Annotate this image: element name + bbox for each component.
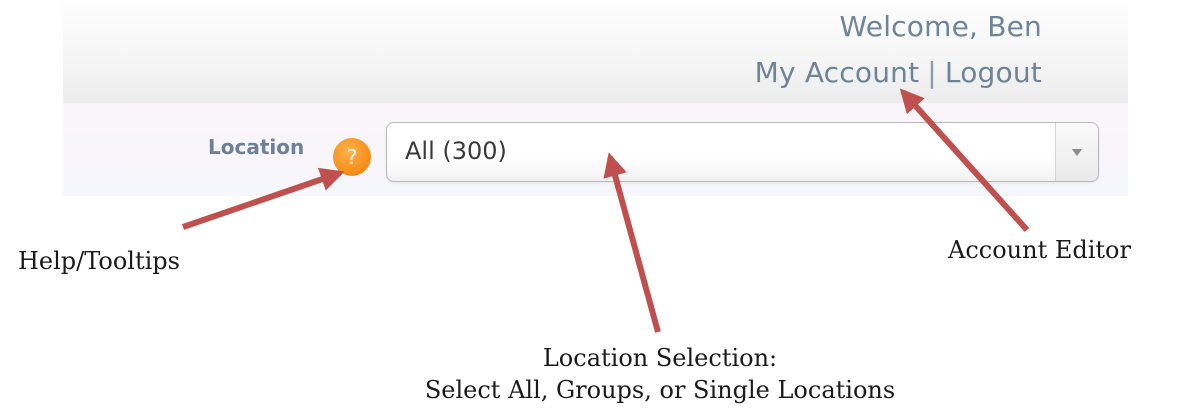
my-account-link[interactable]: My Account (755, 56, 920, 89)
link-separator: | (927, 56, 937, 89)
screenshot-stage: Welcome, Ben My Account | Logout Location … (0, 0, 1188, 416)
account-header: Welcome, Ben My Account | Logout (63, 0, 1128, 103)
location-select-value: All (300) (405, 137, 507, 165)
location-label: Location (208, 135, 305, 159)
help-tooltips-callout: Help/Tooltips (18, 247, 180, 275)
location-selection-title: Location Selection: (542, 344, 778, 372)
account-editor-callout: Account Editor (948, 236, 1131, 264)
account-links: My Account | Logout (755, 56, 1042, 89)
welcome-text: Welcome, Ben (839, 10, 1042, 43)
dropdown-toggle[interactable] (1055, 123, 1098, 181)
help-icon[interactable]: ? (333, 138, 371, 176)
location-selection-callout: Location Selection: Select All, Groups, … (370, 342, 950, 406)
logout-link[interactable]: Logout (945, 56, 1042, 89)
location-select[interactable]: All (300) (386, 122, 1099, 182)
location-selection-detail: Select All, Groups, or Single Locations (424, 376, 896, 404)
chevron-down-icon (1072, 149, 1082, 156)
